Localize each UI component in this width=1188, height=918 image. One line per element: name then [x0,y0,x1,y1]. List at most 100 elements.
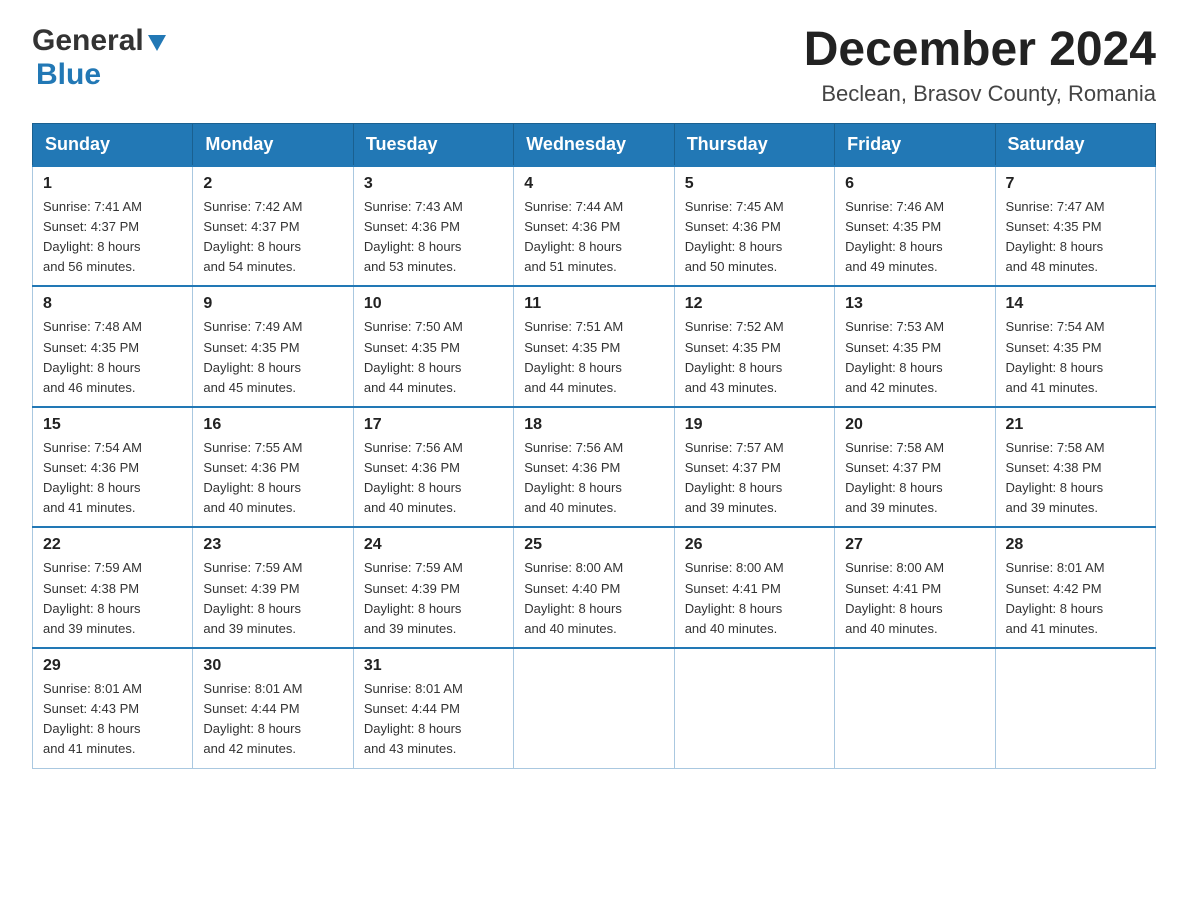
header-wednesday: Wednesday [514,123,674,166]
day-info: Sunrise: 7:58 AMSunset: 4:38 PMDaylight:… [1006,440,1105,515]
day-info: Sunrise: 7:50 AMSunset: 4:35 PMDaylight:… [364,319,463,394]
calendar-title: December 2024 [804,24,1156,77]
day-number: 9 [203,295,342,313]
calendar-week-row: 22 Sunrise: 7:59 AMSunset: 4:38 PMDaylig… [33,527,1156,648]
day-number: 31 [364,657,503,675]
day-info: Sunrise: 8:01 AMSunset: 4:44 PMDaylight:… [364,681,463,756]
day-number: 8 [43,295,182,313]
day-number: 14 [1006,295,1145,313]
calendar-cell: 24 Sunrise: 7:59 AMSunset: 4:39 PMDaylig… [353,527,513,648]
day-info: Sunrise: 8:00 AMSunset: 4:41 PMDaylight:… [685,560,784,635]
day-info: Sunrise: 7:56 AMSunset: 4:36 PMDaylight:… [524,440,623,515]
title-block: December 2024 Beclean, Brasov County, Ro… [804,24,1156,107]
calendar-table: SundayMondayTuesdayWednesdayThursdayFrid… [32,123,1156,769]
day-info: Sunrise: 8:01 AMSunset: 4:44 PMDaylight:… [203,681,302,756]
day-info: Sunrise: 7:56 AMSunset: 4:36 PMDaylight:… [364,440,463,515]
day-info: Sunrise: 8:01 AMSunset: 4:42 PMDaylight:… [1006,560,1105,635]
day-number: 22 [43,536,182,554]
day-info: Sunrise: 7:59 AMSunset: 4:39 PMDaylight:… [364,560,463,635]
calendar-cell: 14 Sunrise: 7:54 AMSunset: 4:35 PMDaylig… [995,286,1155,407]
day-number: 24 [364,536,503,554]
day-number: 15 [43,416,182,434]
day-info: Sunrise: 8:01 AMSunset: 4:43 PMDaylight:… [43,681,142,756]
calendar-cell: 7 Sunrise: 7:47 AMSunset: 4:35 PMDayligh… [995,166,1155,287]
day-info: Sunrise: 7:58 AMSunset: 4:37 PMDaylight:… [845,440,944,515]
day-info: Sunrise: 7:45 AMSunset: 4:36 PMDaylight:… [685,199,784,274]
day-number: 10 [364,295,503,313]
day-number: 30 [203,657,342,675]
day-info: Sunrise: 7:57 AMSunset: 4:37 PMDaylight:… [685,440,784,515]
day-number: 17 [364,416,503,434]
day-info: Sunrise: 7:59 AMSunset: 4:38 PMDaylight:… [43,560,142,635]
day-info: Sunrise: 7:48 AMSunset: 4:35 PMDaylight:… [43,319,142,394]
day-info: Sunrise: 7:49 AMSunset: 4:35 PMDaylight:… [203,319,302,394]
day-number: 27 [845,536,984,554]
day-number: 23 [203,536,342,554]
header-sunday: Sunday [33,123,193,166]
calendar-cell: 30 Sunrise: 8:01 AMSunset: 4:44 PMDaylig… [193,648,353,768]
header-monday: Monday [193,123,353,166]
day-number: 12 [685,295,824,313]
calendar-cell: 18 Sunrise: 7:56 AMSunset: 4:36 PMDaylig… [514,407,674,528]
logo-blue: Blue [36,58,101,91]
calendar-cell: 3 Sunrise: 7:43 AMSunset: 4:36 PMDayligh… [353,166,513,287]
calendar-cell: 5 Sunrise: 7:45 AMSunset: 4:36 PMDayligh… [674,166,834,287]
day-number: 21 [1006,416,1145,434]
calendar-cell: 28 Sunrise: 8:01 AMSunset: 4:42 PMDaylig… [995,527,1155,648]
day-info: Sunrise: 7:59 AMSunset: 4:39 PMDaylight:… [203,560,302,635]
calendar-cell [674,648,834,768]
calendar-cell: 2 Sunrise: 7:42 AMSunset: 4:37 PMDayligh… [193,166,353,287]
calendar-cell: 27 Sunrise: 8:00 AMSunset: 4:41 PMDaylig… [835,527,995,648]
day-number: 11 [524,295,663,313]
calendar-cell: 26 Sunrise: 8:00 AMSunset: 4:41 PMDaylig… [674,527,834,648]
day-number: 26 [685,536,824,554]
day-info: Sunrise: 7:52 AMSunset: 4:35 PMDaylight:… [685,319,784,394]
header-thursday: Thursday [674,123,834,166]
calendar-cell [835,648,995,768]
calendar-cell: 13 Sunrise: 7:53 AMSunset: 4:35 PMDaylig… [835,286,995,407]
calendar-week-row: 8 Sunrise: 7:48 AMSunset: 4:35 PMDayligh… [33,286,1156,407]
day-number: 28 [1006,536,1145,554]
day-info: Sunrise: 8:00 AMSunset: 4:40 PMDaylight:… [524,560,623,635]
calendar-cell: 19 Sunrise: 7:57 AMSunset: 4:37 PMDaylig… [674,407,834,528]
day-info: Sunrise: 7:47 AMSunset: 4:35 PMDaylight:… [1006,199,1105,274]
logo-general: General [32,24,144,58]
day-number: 6 [845,175,984,193]
calendar-cell: 22 Sunrise: 7:59 AMSunset: 4:38 PMDaylig… [33,527,193,648]
logo: General Blue [32,24,168,92]
calendar-cell: 17 Sunrise: 7:56 AMSunset: 4:36 PMDaylig… [353,407,513,528]
calendar-cell: 9 Sunrise: 7:49 AMSunset: 4:35 PMDayligh… [193,286,353,407]
day-number: 3 [364,175,503,193]
day-info: Sunrise: 7:51 AMSunset: 4:35 PMDaylight:… [524,319,623,394]
calendar-cell: 25 Sunrise: 8:00 AMSunset: 4:40 PMDaylig… [514,527,674,648]
day-info: Sunrise: 7:46 AMSunset: 4:35 PMDaylight:… [845,199,944,274]
day-info: Sunrise: 7:43 AMSunset: 4:36 PMDaylight:… [364,199,463,274]
calendar-cell: 15 Sunrise: 7:54 AMSunset: 4:36 PMDaylig… [33,407,193,528]
calendar-cell: 10 Sunrise: 7:50 AMSunset: 4:35 PMDaylig… [353,286,513,407]
header-friday: Friday [835,123,995,166]
day-number: 19 [685,416,824,434]
calendar-cell: 21 Sunrise: 7:58 AMSunset: 4:38 PMDaylig… [995,407,1155,528]
day-info: Sunrise: 7:44 AMSunset: 4:36 PMDaylight:… [524,199,623,274]
day-info: Sunrise: 7:41 AMSunset: 4:37 PMDaylight:… [43,199,142,274]
calendar-subtitle: Beclean, Brasov County, Romania [804,81,1156,107]
calendar-cell: 6 Sunrise: 7:46 AMSunset: 4:35 PMDayligh… [835,166,995,287]
calendar-cell: 1 Sunrise: 7:41 AMSunset: 4:37 PMDayligh… [33,166,193,287]
calendar-cell: 12 Sunrise: 7:52 AMSunset: 4:35 PMDaylig… [674,286,834,407]
day-number: 13 [845,295,984,313]
calendar-cell: 23 Sunrise: 7:59 AMSunset: 4:39 PMDaylig… [193,527,353,648]
day-number: 20 [845,416,984,434]
calendar-cell: 16 Sunrise: 7:55 AMSunset: 4:36 PMDaylig… [193,407,353,528]
day-number: 16 [203,416,342,434]
day-number: 1 [43,175,182,193]
header-tuesday: Tuesday [353,123,513,166]
page-header: General Blue December 2024 Beclean, Bras… [32,24,1156,107]
day-info: Sunrise: 7:55 AMSunset: 4:36 PMDaylight:… [203,440,302,515]
day-number: 25 [524,536,663,554]
calendar-header-row: SundayMondayTuesdayWednesdayThursdayFrid… [33,123,1156,166]
calendar-week-row: 29 Sunrise: 8:01 AMSunset: 4:43 PMDaylig… [33,648,1156,768]
day-info: Sunrise: 7:53 AMSunset: 4:35 PMDaylight:… [845,319,944,394]
calendar-week-row: 15 Sunrise: 7:54 AMSunset: 4:36 PMDaylig… [33,407,1156,528]
day-number: 18 [524,416,663,434]
day-number: 29 [43,657,182,675]
